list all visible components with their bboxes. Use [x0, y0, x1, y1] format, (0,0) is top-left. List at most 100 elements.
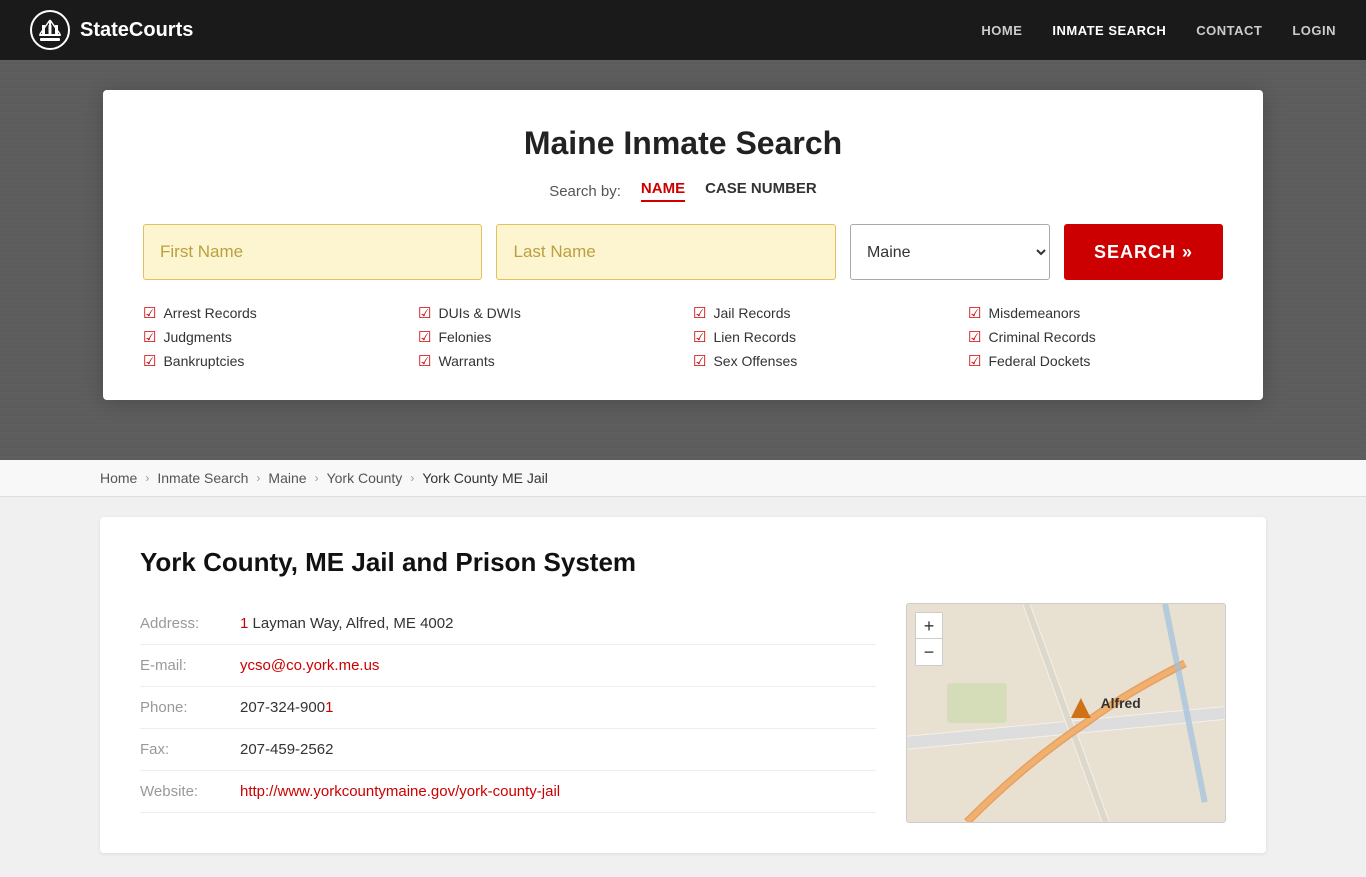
logo-text: StateCourts [80, 19, 193, 42]
search-by-label: Search by: [549, 183, 621, 200]
check-label: Lien Records [713, 329, 796, 345]
header: StateCourts HOME INMATE SEARCH CONTACT L… [0, 0, 1366, 60]
check-item: ☑ Arrest Records [143, 304, 398, 322]
breadcrumb-separator: › [145, 471, 149, 485]
search-card-title: Maine Inmate Search [143, 125, 1223, 162]
checkboxes-grid: ☑ Arrest Records☑ DUIs & DWIs☑ Jail Reco… [143, 304, 1223, 370]
check-item: ☑ Bankruptcies [143, 352, 398, 370]
hero-section: COURTHOUSE Maine Inmate Search Search by… [0, 60, 1366, 460]
check-icon: ☑ [143, 328, 156, 346]
check-item: ☑ Criminal Records [968, 328, 1223, 346]
nav-login[interactable]: LOGIN [1292, 23, 1336, 38]
website-label: Website: [140, 783, 220, 800]
check-icon: ☑ [693, 328, 706, 346]
breadcrumb-link[interactable]: Home [100, 470, 137, 486]
main-content: York County, ME Jail and Prison System A… [0, 497, 1366, 877]
breadcrumb-current: York County ME Jail [422, 470, 548, 486]
email-row: E-mail: ycso@co.york.me.us [140, 645, 876, 687]
address-rest: Layman Way, Alfred, ME 4002 [253, 615, 454, 632]
address-highlight: 1 [240, 615, 248, 632]
breadcrumb-link[interactable]: York County [327, 470, 403, 486]
nav-inmate-search[interactable]: INMATE SEARCH [1052, 23, 1166, 38]
jail-title: York County, ME Jail and Prison System [140, 547, 1226, 578]
website-link[interactable]: http://www.yorkcountymaine.gov/york-coun… [240, 783, 560, 800]
fax-row: Fax: 207-459-2562 [140, 729, 876, 771]
check-icon: ☑ [968, 328, 981, 346]
breadcrumb-link[interactable]: Maine [268, 470, 306, 486]
phone-value: 207-324-9001 [240, 699, 333, 716]
email-value: ycso@co.york.me.us [240, 657, 379, 674]
check-icon: ☑ [968, 304, 981, 322]
check-item: ☑ Misdemeanors [968, 304, 1223, 322]
check-item: ☑ Warrants [418, 352, 673, 370]
map-area: + − [906, 603, 1226, 823]
check-label: DUIs & DWIs [438, 305, 520, 321]
breadcrumb-separator: › [256, 471, 260, 485]
search-button[interactable]: SEARCH » [1064, 224, 1223, 280]
fax-value: 207-459-2562 [240, 741, 333, 758]
nav-links: HOME INMATE SEARCH CONTACT LOGIN [981, 23, 1336, 38]
search-by-row: Search by: NAME CASE NUMBER [143, 180, 1223, 202]
check-label: Felonies [438, 329, 491, 345]
nav-contact[interactable]: CONTACT [1196, 23, 1262, 38]
map-controls: + − [915, 612, 943, 666]
check-icon: ☑ [143, 352, 156, 370]
address-value: 1 Layman Way, Alfred, ME 4002 [240, 615, 453, 632]
phone-label: Phone: [140, 699, 220, 716]
email-link[interactable]: ycso@co.york.me.us [240, 657, 379, 674]
check-label: Warrants [438, 353, 494, 369]
check-label: Arrest Records [163, 305, 256, 321]
check-icon: ☑ [418, 352, 431, 370]
check-item: ☑ Felonies [418, 328, 673, 346]
check-item: ☑ Jail Records [693, 304, 948, 322]
map-svg: Alfred [907, 604, 1225, 822]
check-item: ☑ Sex Offenses [693, 352, 948, 370]
last-name-input[interactable] [496, 224, 835, 280]
info-layout: Address: 1 Layman Way, Alfred, ME 4002 E… [140, 603, 1226, 823]
check-label: Jail Records [713, 305, 790, 321]
address-label: Address: [140, 615, 220, 632]
check-icon: ☑ [418, 304, 431, 322]
check-label: Misdemeanors [988, 305, 1080, 321]
info-table: Address: 1 Layman Way, Alfred, ME 4002 E… [140, 603, 876, 813]
check-icon: ☑ [968, 352, 981, 370]
breadcrumb-separator: › [315, 471, 319, 485]
check-item: ☑ Judgments [143, 328, 398, 346]
check-icon: ☑ [693, 352, 706, 370]
check-icon: ☑ [143, 304, 156, 322]
fax-label: Fax: [140, 741, 220, 758]
breadcrumb-link[interactable]: Inmate Search [157, 470, 248, 486]
state-select[interactable]: MaineAlabamaAlaskaArizonaArkansasCalifor… [850, 224, 1050, 280]
check-label: Sex Offenses [713, 353, 797, 369]
check-item: ☑ DUIs & DWIs [418, 304, 673, 322]
svg-text:Alfred: Alfred [1101, 695, 1141, 711]
website-value: http://www.yorkcountymaine.gov/york-coun… [240, 783, 560, 800]
address-row: Address: 1 Layman Way, Alfred, ME 4002 [140, 603, 876, 645]
check-label: Federal Dockets [988, 353, 1090, 369]
phone-highlight: 1 [325, 699, 333, 716]
map-zoom-out[interactable]: − [916, 639, 942, 665]
logo-icon [30, 10, 70, 50]
email-label: E-mail: [140, 657, 220, 674]
logo-area: StateCourts [30, 10, 193, 50]
check-label: Bankruptcies [163, 353, 244, 369]
website-row: Website: http://www.yorkcountymaine.gov/… [140, 771, 876, 813]
check-icon: ☑ [693, 304, 706, 322]
content-card: York County, ME Jail and Prison System A… [100, 517, 1266, 853]
first-name-input[interactable] [143, 224, 482, 280]
check-item: ☑ Federal Dockets [968, 352, 1223, 370]
phone-row: Phone: 207-324-9001 [140, 687, 876, 729]
map-zoom-in[interactable]: + [916, 613, 942, 639]
check-item: ☑ Lien Records [693, 328, 948, 346]
phone-text: 207-324-900 [240, 699, 325, 716]
nav-home[interactable]: HOME [981, 23, 1022, 38]
check-label: Criminal Records [988, 329, 1095, 345]
search-inputs-row: MaineAlabamaAlaskaArizonaArkansasCalifor… [143, 224, 1223, 280]
search-card: Maine Inmate Search Search by: NAME CASE… [103, 90, 1263, 400]
tab-case-number[interactable]: CASE NUMBER [705, 180, 817, 202]
check-icon: ☑ [418, 328, 431, 346]
breadcrumb: Home › Inmate Search › Maine › York County › Yor… [0, 460, 1366, 497]
tab-name[interactable]: NAME [641, 180, 685, 202]
breadcrumb-separator: › [410, 471, 414, 485]
check-label: Judgments [163, 329, 231, 345]
